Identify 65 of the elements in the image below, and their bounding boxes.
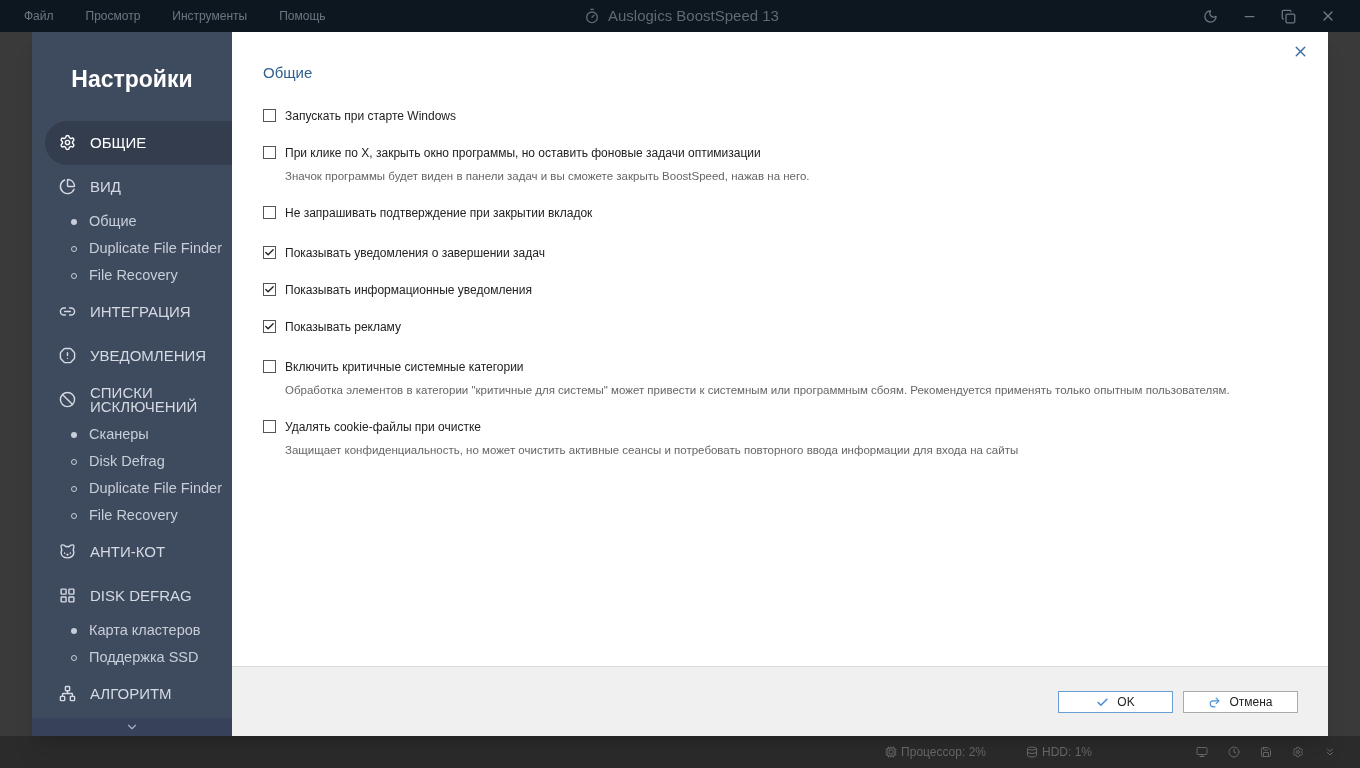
option-label[interactable]: Не запрашивать подтверждение при закрытии вкладок [285, 203, 593, 222]
save-icon[interactable] [1260, 746, 1272, 758]
restore-icon[interactable] [1281, 8, 1296, 24]
cpu-icon [885, 746, 898, 758]
sidebar-subitem[interactable]: Duplicate File Finder [32, 475, 232, 503]
hdd-usage: HDD: 1% [1042, 744, 1092, 761]
nodes-icon [59, 685, 76, 702]
checkbox[interactable] [263, 359, 276, 373]
grid-icon [59, 587, 76, 604]
pie-icon [59, 178, 76, 195]
window-title: Auslogics BoostSpeed 13 [608, 5, 779, 26]
option-label[interactable]: Показывать рекламу [285, 317, 401, 336]
checkbox[interactable] [263, 420, 276, 433]
checkbox[interactable] [263, 282, 276, 296]
cancel-button[interactable]: Отмена [1183, 691, 1298, 713]
section-heading: Общие [263, 63, 314, 83]
sidebar-subitem[interactable]: Карта кластеров [32, 617, 232, 645]
sidebar-subitem[interactable]: Сканеры [32, 421, 232, 449]
cat-icon [59, 543, 76, 560]
moon-icon[interactable] [1203, 8, 1218, 24]
sidebar-subitem[interactable]: Duplicate File Finder [32, 235, 232, 263]
option-label[interactable]: Удалять cookie-файлы при очистке [285, 418, 1019, 436]
menu-item[interactable]: Помощь [279, 7, 326, 25]
alert-icon [59, 347, 76, 364]
menu-item[interactable]: Просмотр [85, 7, 141, 25]
sidebar-item[interactable]: ИНТЕГРАЦИЯ [45, 289, 232, 334]
option-label[interactable]: Показывать уведомления о завершении задач [285, 243, 545, 262]
sidebar-item[interactable]: ОБЩИЕ [45, 120, 232, 165]
cpu-usage: Процессор: 2% [901, 744, 986, 761]
ok-button[interactable]: OK [1058, 691, 1173, 713]
monitor-icon[interactable] [1196, 746, 1208, 758]
check-icon [1096, 695, 1110, 709]
option-hint: Обработка элементов в категории "критичные для системы" может привести к системным или программным сбоям. Рекомендуется применять только опытным пользователям. [285, 382, 1230, 398]
option-label[interactable]: Показывать информационные уведомления [285, 280, 532, 299]
menu-item[interactable]: Инструменты [172, 7, 248, 25]
sidebar-item[interactable]: АНТИ-КОТ [45, 529, 232, 574]
disk-icon [1026, 746, 1038, 758]
sidebar-item[interactable]: DISK DEFRAG [45, 573, 232, 618]
option-hint: Защищает конфиденциальность, но может очистить активные сеансы и потребовать повторного ввода информации для входа на сайты [285, 443, 1019, 458]
sidebar-subitem[interactable]: Поддержка SSD [32, 644, 232, 672]
sidebar-item[interactable]: ВИД [45, 164, 232, 209]
checkbox[interactable] [263, 108, 276, 122]
chevrons-icon[interactable] [1324, 746, 1336, 758]
checkbox[interactable] [263, 319, 276, 333]
sidebar-subitem[interactable]: File Recovery [32, 502, 232, 530]
option-label[interactable]: Включить критичные системные категории [285, 357, 1230, 376]
option-label[interactable]: При клике по X, закрыть окно программы, но оставить фоновые задачи оптимизации [285, 143, 810, 162]
prohibited-icon [59, 391, 76, 408]
option-hint: Значок программы будет виден в панели задач и вы сможете закрыть BoostSpeed, нажав на него. [285, 168, 810, 184]
sidebar-subitem[interactable]: Общие [32, 208, 232, 236]
checkbox[interactable] [263, 145, 276, 159]
checkbox[interactable] [263, 245, 276, 259]
dialog-title: Настройки [70, 65, 194, 94]
sidebar-item[interactable]: АЛГОРИТМ [45, 671, 232, 716]
sidebar-item[interactable]: УВЕДОМЛЕНИЯ [45, 333, 232, 378]
checkbox[interactable] [263, 205, 276, 219]
settings-icon[interactable] [1292, 746, 1304, 758]
sidebar-subitem[interactable]: File Recovery [32, 262, 232, 290]
option-label[interactable]: Запускать при старте Windows [285, 106, 456, 125]
sidebar-item[interactable]: СПИСКИ ИСКЛЮЧЕНИЙ [45, 377, 232, 422]
timer-icon [584, 8, 600, 24]
sidebar-subitem[interactable]: Disk Defrag [32, 448, 232, 476]
settings-icon [59, 134, 76, 151]
undo-icon [1208, 695, 1222, 709]
menu-item[interactable]: Файл [24, 7, 54, 25]
